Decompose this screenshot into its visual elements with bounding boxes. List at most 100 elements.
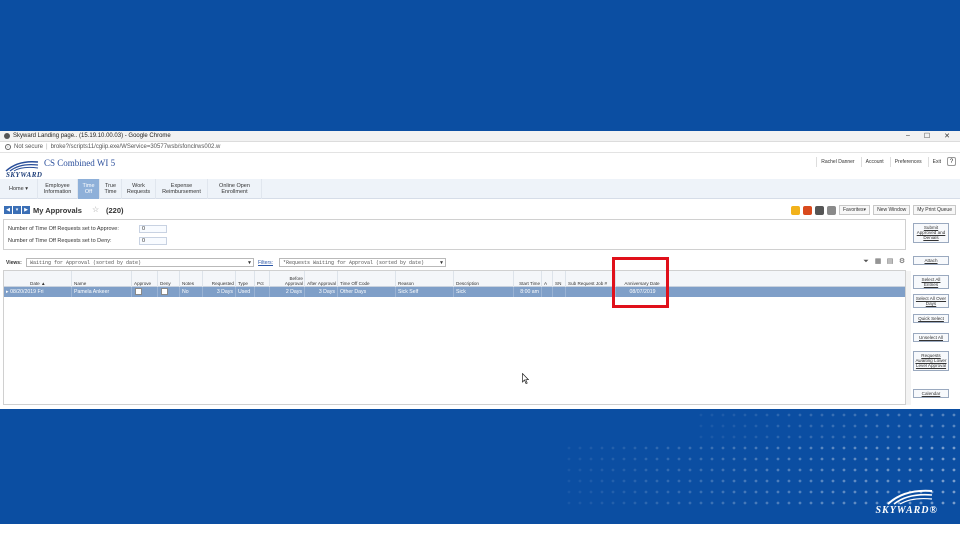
anniversary-date-highlight-box [612, 257, 669, 308]
col-reason[interactable]: Reason [396, 271, 454, 287]
new-window-button[interactable]: New Window [873, 205, 911, 215]
quick-select-button[interactable]: Quick Select [913, 314, 949, 324]
reason-cell: Sick Self [396, 287, 454, 297]
col-approve[interactable]: Approve [132, 271, 158, 287]
skyward-footer-logo-text: SKYWARD® [875, 505, 938, 516]
print-grid-icon[interactable]: ▤ [886, 258, 894, 266]
col-date[interactable]: Date ▲ [4, 271, 72, 287]
col-name[interactable]: Name [72, 271, 132, 287]
select-all-over-days-button[interactable]: Select All Over Days [913, 294, 949, 309]
col-pct[interactable]: Pct [255, 271, 270, 287]
approve-count-label: Number of Time Off Requests set to Appro… [8, 226, 119, 232]
exit-link[interactable]: Exit [927, 157, 945, 167]
forward-arrow-icon[interactable]: ▶ [22, 206, 30, 214]
views-select[interactable]: Waiting for Approval (sorted by date) ▼ [26, 258, 254, 267]
approve-checkbox[interactable] [135, 288, 142, 295]
info-icon[interactable]: i [5, 144, 11, 150]
submit-approved-denials-button[interactable]: Submit Approved and Denials [913, 223, 949, 243]
account-link[interactable]: Account [860, 157, 888, 167]
menu-employee-information[interactable]: Employee Information [38, 179, 78, 199]
col-requested[interactable]: Requested [203, 271, 236, 287]
unselect-all-button[interactable]: Unselect All [913, 333, 949, 343]
col-time-off-code[interactable]: Time Off Code [338, 271, 396, 287]
camera-icon[interactable] [814, 205, 824, 215]
col-description[interactable]: Description [454, 271, 514, 287]
bottom-blue-band: SKYWARD® [0, 409, 960, 524]
col-type[interactable]: Type [236, 271, 255, 287]
approve-cell [132, 287, 158, 297]
expand-row-icon[interactable]: ▸ [6, 289, 9, 295]
close-button[interactable]: ✕ [944, 132, 950, 140]
date-cell: ▸ 08/20/2019 Fri [4, 287, 72, 297]
menu-true-time[interactable]: True Time [100, 179, 122, 199]
page-title-row: ◀ ▾ ▶ My Approvals ☆ (220) Favorites▾ Ne… [0, 204, 960, 216]
filters-select[interactable]: *Requests Waiting for Approval (sorted b… [279, 258, 446, 267]
menu-work-requests[interactable]: Work Requests [122, 179, 156, 199]
filters-link[interactable]: Filters: [258, 260, 273, 266]
grid-header: Date ▲ Name Approve Deny Notes Requested… [4, 271, 905, 287]
col-start-time[interactable]: Start Time [514, 271, 542, 287]
table-row[interactable]: ▸ 08/20/2019 Fri Pamela Ankeer No 3 Days… [4, 287, 905, 297]
address-bar[interactable]: i Not secure | broke?/scripts11/cgiip.ex… [0, 142, 960, 153]
col-sn[interactable]: SN [553, 271, 566, 287]
calendar-button[interactable]: Calendar [913, 389, 949, 399]
menu-time-off[interactable]: Time Off [78, 179, 100, 199]
menu-online-open-enrollment[interactable]: Online Open Enrollment [208, 179, 262, 199]
requests-lower-level-approval-button[interactable]: Requests Awaiting Lower Level Approval [913, 351, 949, 371]
settings-icon[interactable]: ⚙ [898, 258, 906, 266]
grid-scrollbar[interactable] [906, 271, 911, 405]
chrome-icon [4, 133, 10, 139]
after-approval-cell: 3 Days [305, 287, 338, 297]
print-icon[interactable] [826, 205, 836, 215]
deny-checkbox[interactable] [161, 288, 168, 295]
col-a[interactable]: A [542, 271, 553, 287]
col-notes[interactable]: Notes [180, 271, 203, 287]
description-cell: Sick [454, 287, 514, 297]
request-counts-box: Number of Time Off Requests set to Appro… [3, 219, 906, 250]
requested-cell: 3 Days [203, 287, 236, 297]
window-controls: – ☐ ✕ [906, 132, 960, 140]
filter-icon[interactable]: ⏷ [862, 258, 870, 266]
skyward-footer-logo-icon [887, 489, 933, 505]
presentation-slide: Skyward Landing page.. (15.19.10.00.03) … [0, 0, 960, 540]
favorite-star-icon[interactable]: ☆ [92, 205, 99, 214]
notes-cell[interactable]: No [180, 287, 203, 297]
col-deny[interactable]: Deny [158, 271, 180, 287]
address-separator: | [46, 144, 48, 150]
restore-button[interactable]: ☐ [924, 132, 930, 140]
a-cell [542, 287, 553, 297]
help-icon[interactable]: ? [947, 157, 956, 166]
employee-name[interactable]: Pamela Ankeer [72, 287, 132, 297]
sn-cell [553, 287, 566, 297]
attach-button[interactable]: Attach [913, 256, 949, 266]
request-date: 08/20/2019 Fri [10, 289, 44, 295]
grid-tools: ⏷ ▦ ▤ ⚙ [862, 258, 906, 266]
print-queue-button[interactable]: My Print Queue [913, 205, 956, 215]
col-before-approval[interactable]: Before Approval [270, 271, 305, 287]
main-menu: Home ▾ Employee Information Time Off Tru… [0, 179, 960, 199]
favorites-button[interactable]: Favorites▾ [838, 205, 871, 215]
type-cell: Used [236, 287, 255, 297]
nav-dropdown-icon[interactable]: ▾ [13, 206, 21, 214]
nav-arrows: ◀ ▾ ▶ [4, 206, 30, 214]
skyward-logo-icon [5, 160, 39, 172]
approve-count-value: 0 [139, 225, 167, 233]
col-sub-request-job[interactable]: Sub Request Job # [566, 271, 616, 287]
menu-expense-reimbursement[interactable]: Expense Reimbursement [156, 179, 208, 199]
export-icon[interactable]: ▦ [874, 258, 882, 266]
back-arrow-icon[interactable]: ◀ [4, 206, 12, 214]
user-name-link[interactable]: Rachel Danner [816, 157, 858, 167]
url-text[interactable]: broke?/scripts11/cgiip.exe/WService=3057… [51, 144, 221, 150]
record-icon[interactable] [802, 205, 812, 215]
preferences-link[interactable]: Preferences [889, 157, 926, 167]
select-all-entries-button[interactable]: Select All Entries [913, 275, 949, 290]
menu-home[interactable]: Home ▾ [0, 179, 38, 199]
col-after-approval[interactable]: After Approval [305, 271, 338, 287]
before-approval-cell: 2 Days [270, 287, 305, 297]
alert-icon[interactable] [790, 205, 800, 215]
chevron-down-icon: ▼ [247, 260, 251, 266]
pct-cell [255, 287, 270, 297]
minimize-button[interactable]: – [906, 132, 910, 140]
views-label: Views: [6, 260, 22, 266]
top-links: Rachel Danner Account Preferences Exit ? [816, 157, 956, 167]
